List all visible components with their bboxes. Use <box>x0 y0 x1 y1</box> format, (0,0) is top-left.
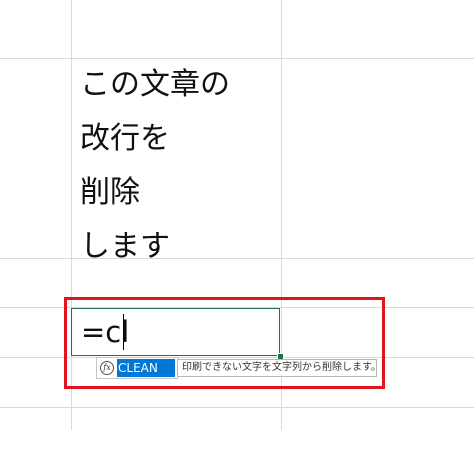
text-caret <box>123 314 124 350</box>
formula-autocomplete-list[interactable]: fx CLEAN <box>96 357 178 379</box>
cell-line: この文章の <box>80 67 230 102</box>
row-gridline <box>0 407 474 408</box>
function-icon: fx <box>100 361 114 375</box>
function-description-tooltip: 印刷できない文字を文字列から削除します。 <box>177 359 377 377</box>
row-gridline <box>0 258 474 259</box>
cell-line: 改行を <box>80 121 170 156</box>
multiline-cell[interactable]: この文章の 改行を 削除 します <box>80 58 230 274</box>
cell-line: します <box>80 229 170 264</box>
active-cell-editor[interactable]: =cl <box>71 308 280 356</box>
row-gridline <box>0 58 474 59</box>
cell-line: 削除 <box>80 175 140 210</box>
autocomplete-item-clean[interactable]: CLEAN <box>117 359 175 377</box>
